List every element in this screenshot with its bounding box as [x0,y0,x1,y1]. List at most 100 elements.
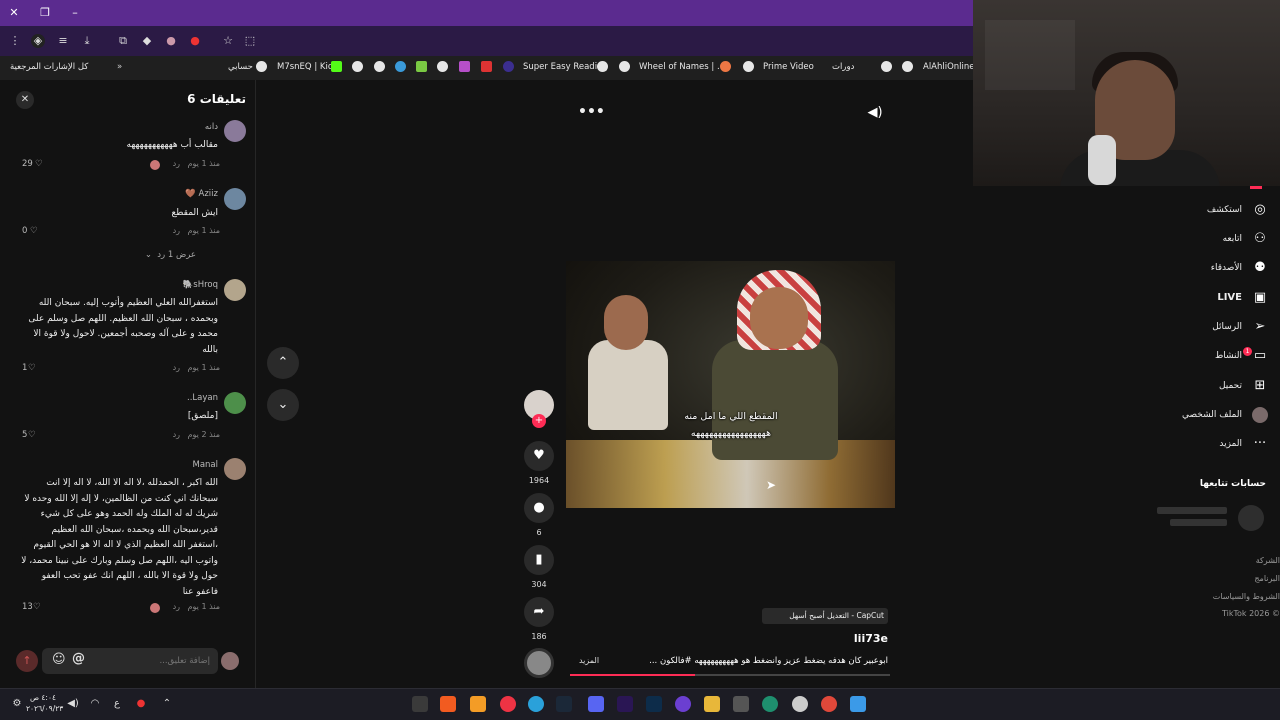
extension-badge-icon[interactable]: ● [164,34,178,48]
bookmark-all[interactable]: كل الإشارات المرجعية [10,60,88,74]
nav-messages[interactable]: الرسائل ➢ [1120,317,1270,337]
reply-link[interactable]: رد [166,430,180,442]
post-comment-button[interactable]: ↑ [16,650,38,672]
commenter-name[interactable]: دانه [120,122,218,134]
heart-icon[interactable]: ♡ [35,159,45,171]
reply-link[interactable]: رد [166,602,180,614]
volume-tray-icon[interactable]: ◀) [66,697,80,711]
bookmark-prime-video[interactable]: Prime Video [763,60,814,74]
chrome-icon[interactable] [821,696,837,712]
commenter-name[interactable]: Layan.. [120,393,218,405]
bookmark-alahli[interactable]: AlAhliOnline [923,60,975,74]
volume-icon[interactable]: ◀) [866,104,884,122]
extension-diamond-icon[interactable]: ◆ [140,34,154,48]
store-icon[interactable] [733,696,749,712]
bookmark-star-icon[interactable]: ☆ [221,34,235,48]
previous-video-button[interactable]: ⌃ [267,347,299,379]
comment-input[interactable] [95,652,210,670]
commenter-avatar[interactable] [224,392,246,414]
file-explorer-icon[interactable] [704,696,720,712]
bookmark-wheel-of-names[interactable]: Wheel of Names | ...م [639,60,730,74]
bookmark-super-easy-reading[interactable]: Super Easy Reading [523,60,608,74]
nav-following[interactable]: اتابعه ⚇ [1120,229,1270,249]
minimize-window-icon[interactable]: – [67,5,83,21]
next-video-button[interactable]: ⌄ [267,389,299,421]
more-options-icon[interactable]: ••• [578,102,605,122]
nav-live[interactable]: LIVE ▣ [1120,288,1270,308]
screenshot-icon[interactable]: ⬚ [243,34,257,48]
input-language[interactable]: ع [110,697,124,711]
commenter-avatar[interactable] [224,458,246,480]
nav-explore[interactable]: استكشف ◎ [1120,200,1270,220]
heart-icon[interactable]: ♡ [33,602,43,614]
discord-icon[interactable] [588,696,604,712]
reply-link[interactable]: رد [166,363,180,375]
bookmark-button[interactable]: ▮ [524,545,554,575]
steam-icon[interactable] [556,696,572,712]
nav-more[interactable]: المزيد ··· [1120,434,1270,454]
tray-expand-icon[interactable]: ⌃ [160,697,174,711]
sound-disc-icon[interactable] [524,648,554,678]
menu-icon[interactable]: ⋮ [8,34,22,48]
globe-icon[interactable] [881,61,892,72]
commenter-avatar[interactable] [224,120,246,142]
commenter-name[interactable]: sHroq🐘 [120,280,218,292]
bookmark-courses-folder[interactable]: دورات [832,60,854,74]
network-icon[interactable]: ◠ [88,697,102,711]
like-button[interactable]: ♥ [524,441,554,471]
heart-icon[interactable]: ♡ [28,363,38,375]
nav-profile[interactable]: الملف الشخصي [1120,405,1270,425]
footer-company[interactable]: الشركة [1150,556,1280,568]
site-icon[interactable] [481,61,492,72]
more-link[interactable]: المزيد [574,656,604,670]
globe-icon[interactable] [619,61,630,72]
commenter-avatar[interactable] [224,279,246,301]
app-red-icon[interactable] [500,696,516,712]
close-window-icon[interactable]: ✕ [6,5,22,21]
commenter-avatar[interactable] [224,188,246,210]
extension-red-icon[interactable]: ● [188,34,202,48]
mention-icon[interactable]: @ [72,651,88,667]
media-player-icon[interactable] [675,696,691,712]
edge-icon[interactable] [762,696,778,712]
reply-link[interactable]: رد [166,226,180,238]
site-icon[interactable] [416,61,427,72]
footer-program[interactable]: البرنامج [1150,574,1280,586]
heart-icon[interactable]: ♡ [28,430,38,442]
restore-window-icon[interactable]: ❐ [37,5,53,21]
emoji-icon[interactable]: ☺ [52,653,66,667]
obs-icon[interactable] [792,696,808,712]
globe-icon[interactable] [743,61,754,72]
capcut-tag[interactable]: CapCut - التعديل أصبح أسهل [762,608,888,624]
commenter-name[interactable]: Aziiz 🤎 [120,189,218,201]
telegram-icon[interactable] [528,696,544,712]
commenter-name[interactable]: Manal [120,460,219,472]
playlist-icon[interactable]: ≡ [56,34,70,48]
photoshop-icon[interactable] [646,696,662,712]
taskbar-app-icon[interactable] [412,696,428,712]
close-comments-button[interactable]: ✕ [16,91,34,109]
globe-icon[interactable] [437,61,448,72]
site-icon[interactable] [459,61,470,72]
globe-icon[interactable] [352,61,363,72]
footer-terms[interactable]: الشروط والسياسات [1150,592,1280,604]
globe-icon[interactable] [374,61,385,72]
extension-icon[interactable]: ◈ [31,34,45,48]
extensions-puzzle-icon[interactable]: ⧉ [116,34,130,48]
settings-gear-icon[interactable]: ⚙ [10,697,24,711]
app-a-icon[interactable] [470,696,486,712]
brave-icon[interactable] [440,696,456,712]
follow-plus-icon[interactable]: + [532,414,546,428]
comment-button[interactable]: ● [524,493,554,523]
start-icon[interactable] [850,696,866,712]
view-replies-button[interactable]: عرض 1 رد [152,250,196,262]
reply-link[interactable]: رد [166,159,180,171]
bookmarks-overflow-icon[interactable]: » [117,60,122,74]
bookmark-my-account[interactable]: حسابي [228,60,253,74]
nav-upload[interactable]: تحميل ⊞ [1120,376,1270,396]
heart-icon[interactable]: ♡ [30,226,40,238]
share-button[interactable]: ➦ [524,597,554,627]
site-icon[interactable] [503,61,514,72]
bookmark-kick[interactable]: M7snEQ | Kick [277,60,337,74]
microphone-icon[interactable]: ● [134,697,148,711]
